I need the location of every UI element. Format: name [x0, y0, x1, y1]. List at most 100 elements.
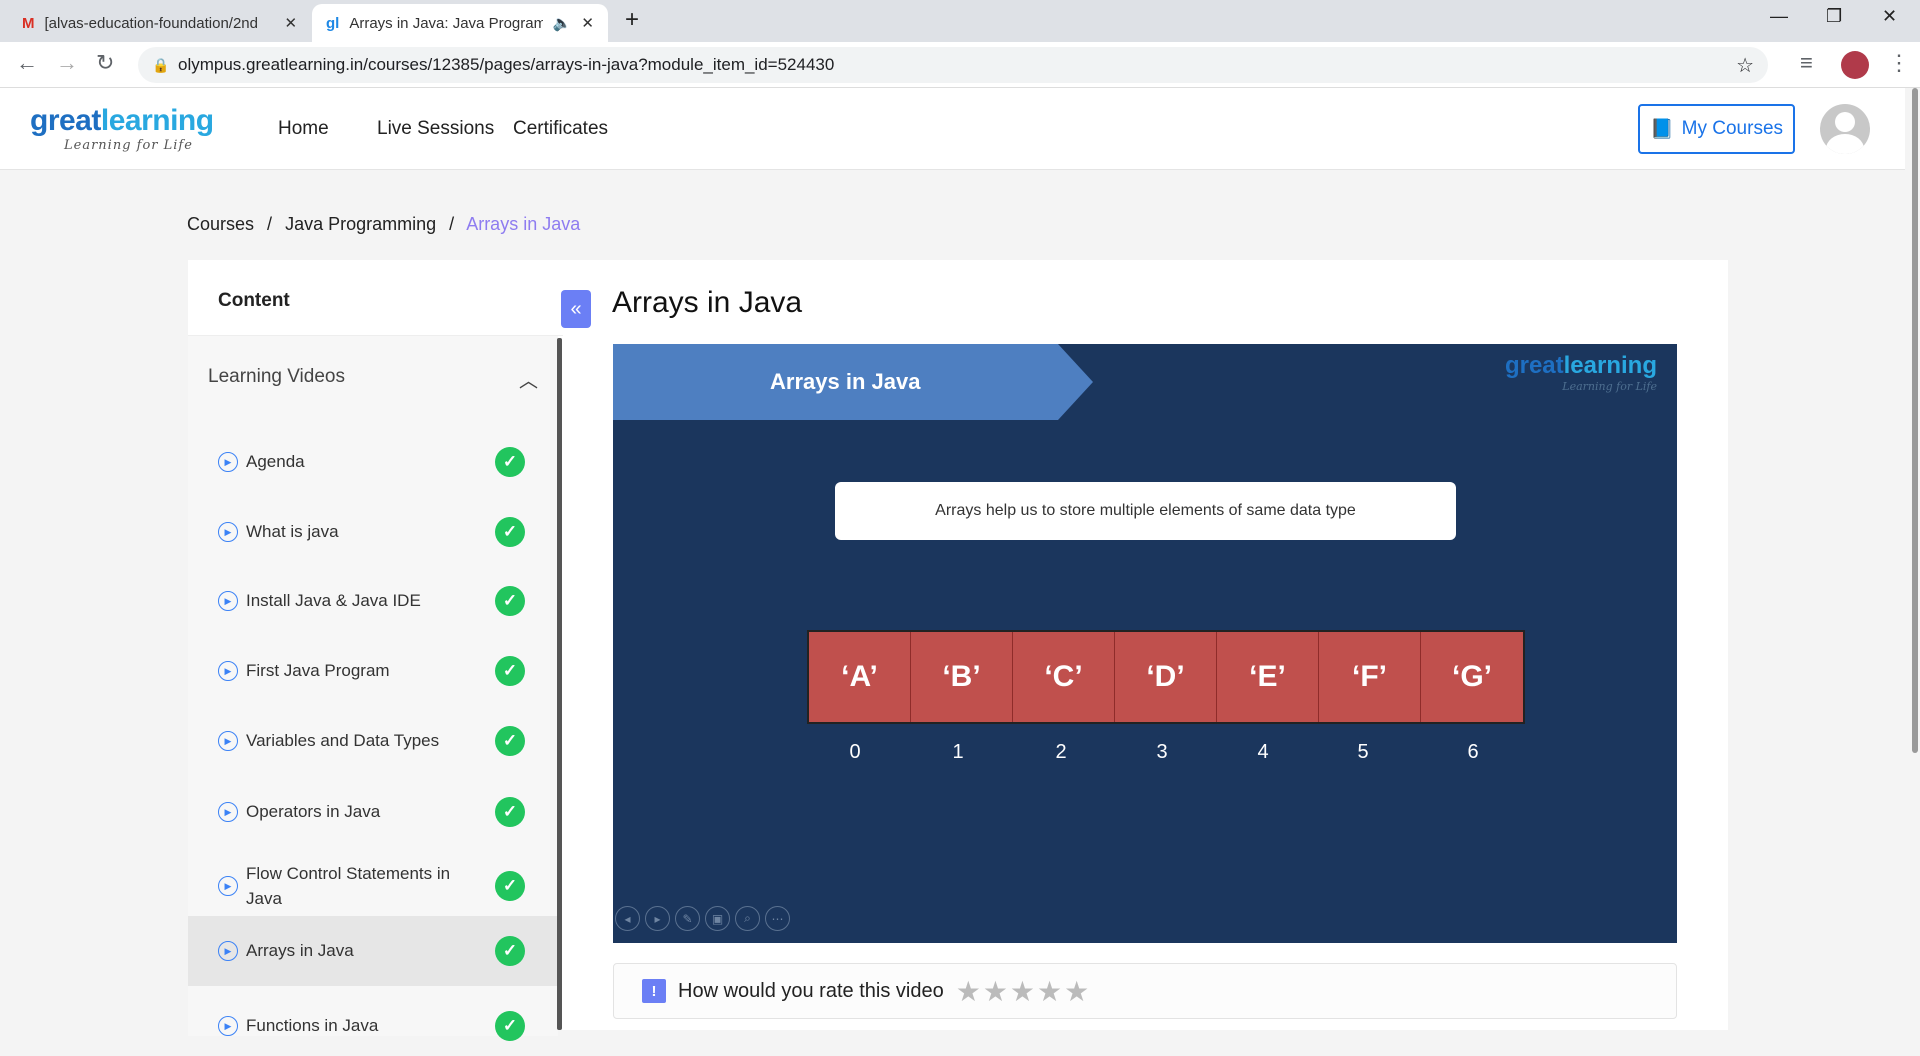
close-tab-icon[interactable]: ✕ — [285, 14, 298, 32]
play-icon: ▶ — [218, 591, 238, 611]
close-tab-icon[interactable]: ✕ — [581, 14, 594, 32]
back-icon[interactable]: ← — [16, 50, 38, 76]
greatlearning-logo[interactable]: greatlearning — [30, 104, 214, 138]
close-window-button[interactable]: ✕ — [1882, 6, 1897, 27]
section-learning-videos[interactable]: Learning Videos ︿ — [188, 336, 558, 416]
slides-icon[interactable]: ▣ — [705, 906, 730, 931]
star-4-icon[interactable]: ★ — [1037, 975, 1062, 1008]
list-item-operators[interactable]: ▶ Operators in Java ✓ — [188, 782, 558, 842]
slide-banner: Arrays in Java — [613, 344, 1093, 420]
star-3-icon[interactable]: ★ — [1010, 975, 1035, 1008]
play-icon: ▶ — [218, 452, 238, 472]
check-icon: ✓ — [495, 586, 525, 616]
new-tab-button[interactable]: + — [625, 6, 639, 34]
media-control-icon[interactable]: ≡ — [1800, 50, 1813, 76]
array-index: 0 — [849, 741, 861, 763]
restore-button[interactable]: ❐ — [1826, 6, 1842, 27]
url-input[interactable]: 🔒 olympus.greatlearning.in/courses/12385… — [138, 47, 1768, 83]
next-icon[interactable]: ▸ — [645, 906, 670, 931]
array-cell: ‘E’ — [1217, 632, 1319, 722]
play-icon: ▶ — [218, 802, 238, 822]
check-icon: ✓ — [495, 1011, 525, 1041]
forward-icon[interactable]: → — [56, 50, 78, 76]
more-icon[interactable]: ⋯ — [765, 906, 790, 931]
array-diagram: ‘A’ ‘B’ ‘C’ ‘D’ ‘E’ ‘F’ ‘G’ — [807, 630, 1525, 724]
collapse-sidebar-button[interactable]: « — [561, 290, 591, 328]
lock-icon: 🔒 — [152, 56, 170, 73]
logo-tagline: Learning for Life — [64, 138, 193, 153]
nav-live-sessions[interactable]: Live Sessions — [377, 118, 494, 140]
reload-icon[interactable]: ↻ — [96, 50, 114, 76]
rating-prompt: How would you rate this video — [678, 979, 944, 1002]
star-5-icon[interactable]: ★ — [1064, 975, 1089, 1008]
breadcrumb-courses[interactable]: Courses — [187, 214, 254, 234]
check-icon: ✓ — [495, 936, 525, 966]
item-label: First Java Program — [246, 661, 390, 680]
sidebar-scrollbar[interactable] — [557, 338, 562, 1030]
menu-icon[interactable]: ⋮ — [1888, 50, 1910, 76]
video-list: ▶ Agenda ✓ ▶ What is java ✓ ▶ Install Java & … — [188, 416, 558, 1041]
item-label: Install Java & Java IDE — [246, 591, 421, 610]
zoom-icon[interactable]: ⌕ — [735, 906, 760, 931]
list-item-flow-control[interactable]: ▶ Flow Control Statements in Java ✓ — [188, 846, 558, 926]
video-player[interactable]: Arrays in Java greatlearning Learning for… — [613, 344, 1677, 943]
star-1-icon[interactable]: ★ — [956, 975, 981, 1008]
item-label: Arrays in Java — [246, 941, 354, 960]
breadcrumb-java-programming[interactable]: Java Programming — [285, 214, 436, 234]
profile-avatar[interactable] — [1841, 51, 1869, 79]
address-bar-row: ← → ↻ 🔒 olympus.greatlearning.in/courses… — [0, 42, 1920, 88]
chevron-up-icon[interactable]: ︿ — [519, 366, 538, 392]
tab-title: Arrays in Java: Java Programming — [349, 14, 543, 32]
tab-arrays-in-java[interactable]: gl Arrays in Java: Java Programming 🔈 ✕ — [312, 4, 608, 42]
breadcrumb: Courses / Java Programming / Arrays in J… — [187, 214, 581, 234]
check-icon: ✓ — [495, 726, 525, 756]
array-index: 3 — [1156, 741, 1168, 763]
array-cell: ‘D’ — [1115, 632, 1217, 722]
play-icon: ▶ — [218, 731, 238, 751]
page-scrollbar[interactable] — [1912, 88, 1918, 753]
gmail-icon: M — [22, 14, 35, 32]
feedback-icon: ! — [642, 979, 666, 1003]
item-label: Flow Control Statements in Java — [246, 864, 451, 908]
list-item-what-is-java[interactable]: ▶ What is java ✓ — [188, 502, 558, 562]
previous-icon[interactable]: ◂ — [615, 906, 640, 931]
list-item-agenda[interactable]: ▶ Agenda ✓ — [188, 432, 558, 492]
array-index: 6 — [1467, 741, 1479, 763]
rating-bar: ! How would you rate this video ★ ★ ★ ★ … — [613, 963, 1677, 1019]
page-title: Arrays in Java — [612, 286, 803, 319]
player-controls: ◂ ▸ ✎ ▣ ⌕ ⋯ — [615, 906, 790, 931]
star-bookmark-icon[interactable]: ☆ — [1736, 53, 1754, 78]
minimize-button[interactable]: — — [1770, 6, 1788, 27]
array-cell: ‘G’ — [1421, 632, 1523, 722]
user-avatar[interactable] — [1820, 104, 1870, 154]
play-icon: ▶ — [218, 1016, 238, 1036]
play-icon: ▶ — [218, 522, 238, 542]
content-sidebar: Content Learning Videos ︿ ▶ Agenda ✓ ▶ What… — [188, 260, 563, 1041]
pen-icon[interactable]: ✎ — [675, 906, 700, 931]
check-icon: ✓ — [495, 656, 525, 686]
sidebar-title: Content — [188, 260, 563, 336]
list-item-install-java[interactable]: ▶ Install Java & Java IDE ✓ — [188, 571, 558, 631]
book-icon: 📘 — [1649, 119, 1674, 140]
tab-title: [alvas-education-foundation/2nd — [44, 14, 259, 32]
my-courses-button[interactable]: 📘 My Courses — [1638, 104, 1795, 154]
speaker-icon[interactable]: 🔈 — [553, 14, 572, 32]
item-label: Variables and Data Types — [246, 731, 440, 750]
star-2-icon[interactable]: ★ — [983, 975, 1008, 1008]
slide-callout: Arrays help us to store multiple element… — [835, 482, 1456, 540]
section-title: Learning Videos — [208, 366, 345, 387]
item-label: Functions in Java — [246, 1016, 379, 1035]
array-cell: ‘C’ — [1013, 632, 1115, 722]
nav-home[interactable]: Home — [278, 118, 329, 140]
tab-gmail[interactable]: M [alvas-education-foundation/2nd ✕ — [8, 4, 311, 42]
video-logo: greatlearning Learning for Life — [1504, 352, 1657, 393]
list-item-functions[interactable]: ▶ Functions in Java ✓ — [188, 996, 558, 1056]
check-icon: ✓ — [495, 517, 525, 547]
nav-certificates[interactable]: Certificates — [513, 118, 608, 140]
list-item-variables[interactable]: ▶ Variables and Data Types ✓ — [188, 711, 558, 771]
check-icon: ✓ — [495, 797, 525, 827]
item-label: Agenda — [246, 452, 305, 471]
list-item-first-java-program[interactable]: ▶ First Java Program ✓ — [188, 641, 558, 701]
check-icon: ✓ — [495, 447, 525, 477]
list-item-arrays-active[interactable]: ▶ Arrays in Java ✓ — [188, 916, 558, 986]
